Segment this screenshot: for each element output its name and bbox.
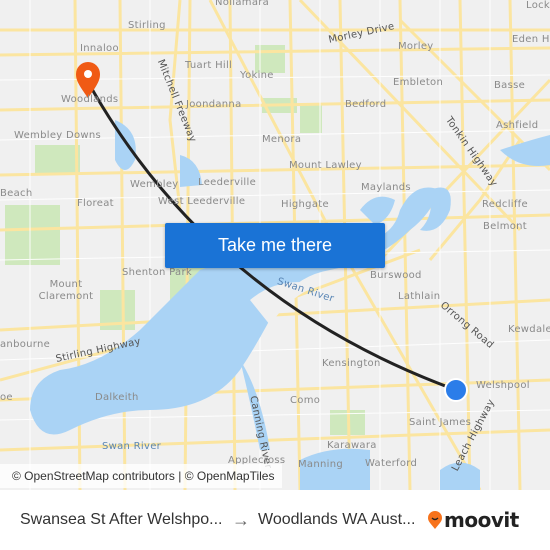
- map-attribution[interactable]: © OpenStreetMap contributors | © OpenMap…: [0, 464, 283, 488]
- map-label: Swan River: [102, 441, 162, 452]
- moovit-pin-icon: [428, 511, 442, 529]
- map-label: Wembley Downs: [14, 130, 102, 141]
- take-me-there-button[interactable]: Take me there: [165, 223, 385, 268]
- map-label: Morley: [398, 41, 434, 52]
- map-label: West Leederville: [158, 196, 246, 207]
- route-footer: Swansea St After Welshpo... → Woodlands …: [0, 490, 550, 550]
- map-label: Bedford: [345, 99, 387, 110]
- logo-text: moovit: [444, 508, 519, 532]
- map-label: Nollamara: [215, 0, 270, 8]
- map-label: Saint James: [409, 417, 472, 428]
- map-label: Waterford: [365, 458, 418, 469]
- destination-name: Woodlands WA Aust...: [258, 511, 416, 528]
- orange-pin-icon[interactable]: [76, 62, 100, 98]
- arrow-right-icon: →: [232, 509, 250, 530]
- map-label: Redcliffe: [482, 199, 528, 210]
- map-label: Maylands: [361, 182, 411, 193]
- map-label: Kewdale: [508, 324, 550, 335]
- map-label: Leederville: [198, 177, 257, 188]
- origin-name: Swansea St After Welshpo...: [20, 511, 223, 528]
- map-label: Belmont: [483, 221, 528, 232]
- map-label: Basse: [494, 80, 526, 91]
- map-label: Manning: [298, 459, 343, 470]
- map-label: Mount Claremont: [38, 279, 94, 302]
- map-label: Menora: [262, 134, 302, 145]
- map-label: Ashfield: [496, 120, 539, 131]
- map-label: Stirling: [128, 20, 166, 31]
- map-label: Floreat: [77, 198, 114, 209]
- map-label: Dalkeith: [95, 392, 139, 403]
- map-label: Joondanna: [186, 99, 242, 110]
- map-label: Lathlain: [398, 291, 441, 302]
- map-label: Wembley: [130, 179, 179, 190]
- map-label: Welshpool: [476, 380, 530, 391]
- map-label: Highgate: [281, 199, 329, 210]
- map-label: Innaloo: [80, 43, 119, 54]
- map-label: Mount Lawley: [289, 160, 362, 171]
- map-label: Karawara: [327, 440, 377, 451]
- map-label: Eden Hi: [512, 34, 550, 45]
- map-label: Shenton Park: [122, 267, 192, 278]
- map-label: Embleton: [393, 77, 444, 88]
- map-label: Yokine: [240, 70, 274, 81]
- map-label: Beach: [0, 188, 33, 199]
- map-label: Tuart Hill: [185, 60, 233, 71]
- map[interactable]: Nollamara Stirling Morley Drive Morley E…: [0, 0, 550, 490]
- map-label: Como: [290, 395, 321, 406]
- map-label: Woodlands: [61, 94, 119, 105]
- moovit-logo: moovit: [428, 508, 519, 532]
- map-label: Lock: [526, 0, 550, 11]
- map-label: anbourne: [0, 339, 51, 350]
- map-label: Burswood: [370, 270, 422, 281]
- blue-dot-icon[interactable]: [444, 378, 468, 402]
- map-label: Kensington: [322, 358, 381, 369]
- map-label: oe: [0, 392, 13, 403]
